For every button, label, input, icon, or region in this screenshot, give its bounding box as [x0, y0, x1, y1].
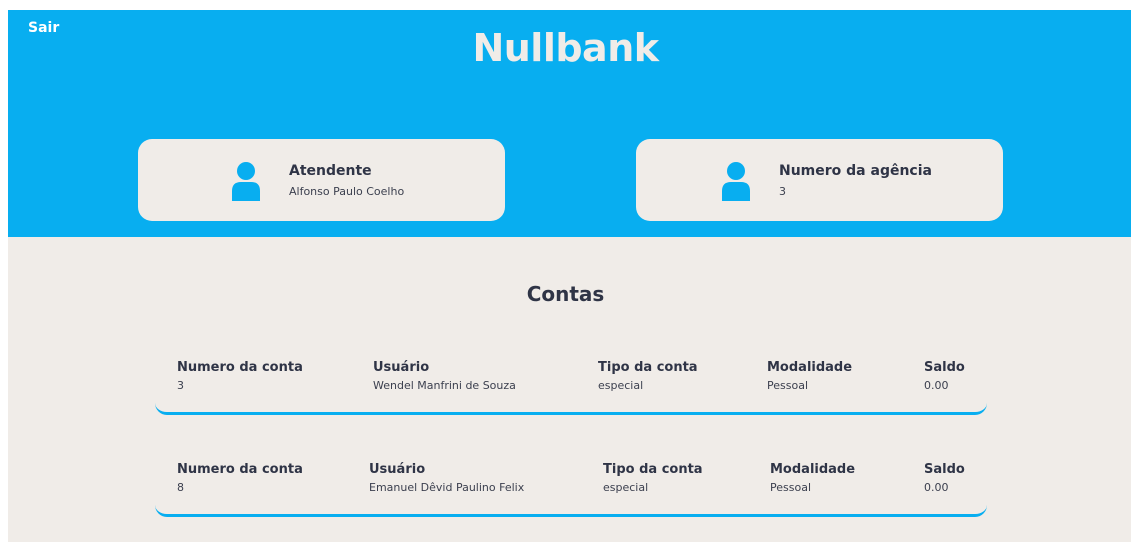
balance-value: 0.00 — [924, 481, 949, 494]
user-icon — [722, 162, 750, 201]
agency-number: 3 — [779, 185, 786, 198]
balance-column: Saldo 0.00 — [924, 360, 965, 392]
attendant-name: Alfonso Paulo Coelho — [289, 185, 405, 198]
accounts-title: Contas — [526, 282, 605, 306]
user-label: Usuário — [373, 360, 430, 375]
user-value: Wendel Manfrini de Souza — [373, 379, 516, 392]
balance-label: Saldo — [924, 360, 965, 375]
modality-value: Pessoal — [770, 481, 811, 494]
account-number-value: 3 — [177, 379, 184, 392]
modality-value: Pessoal — [767, 379, 808, 392]
user-label: Usuário — [369, 462, 426, 477]
user-icon — [232, 162, 260, 201]
account-type-label: Tipo da conta — [598, 360, 698, 375]
account-number-value: 8 — [177, 481, 184, 494]
attendant-card: Atendente Alfonso Paulo Coelho — [138, 139, 505, 221]
account-row[interactable]: Numero da conta 3 Usuário Wendel Manfrin… — [155, 360, 987, 415]
balance-label: Saldo — [924, 462, 965, 477]
balance-column: Saldo 0.00 — [924, 462, 965, 494]
account-type-value: especial — [598, 379, 644, 392]
account-type-column: Tipo da conta especial — [603, 462, 703, 494]
user-column: Usuário Wendel Manfrini de Souza — [373, 360, 516, 392]
agency-label: Numero da agência — [779, 163, 932, 179]
account-type-column: Tipo da conta especial — [598, 360, 698, 392]
account-type-label: Tipo da conta — [603, 462, 703, 477]
user-column: Usuário Emanuel Dêvid Paulino Felix — [369, 462, 524, 494]
balance-value: 0.00 — [924, 379, 949, 392]
modality-label: Modalidade — [767, 360, 853, 375]
account-number-label: Numero da conta — [177, 360, 303, 375]
brand-title: Nullbank — [472, 26, 659, 70]
account-number-column: Numero da conta 8 — [177, 462, 303, 494]
attendant-label: Atendente — [289, 163, 372, 179]
modality-column: Modalidade Pessoal — [770, 462, 855, 494]
modality-column: Modalidade Pessoal — [767, 360, 852, 392]
account-number-label: Numero da conta — [177, 462, 303, 477]
account-row[interactable]: Numero da conta 8 Usuário Emanuel Dêvid … — [155, 462, 987, 517]
account-type-value: especial — [603, 481, 649, 494]
user-value: Emanuel Dêvid Paulino Felix — [369, 481, 525, 494]
agency-card: Numero da agência 3 — [636, 139, 1003, 221]
account-number-column: Numero da conta 3 — [177, 360, 303, 392]
modality-label: Modalidade — [770, 462, 856, 477]
